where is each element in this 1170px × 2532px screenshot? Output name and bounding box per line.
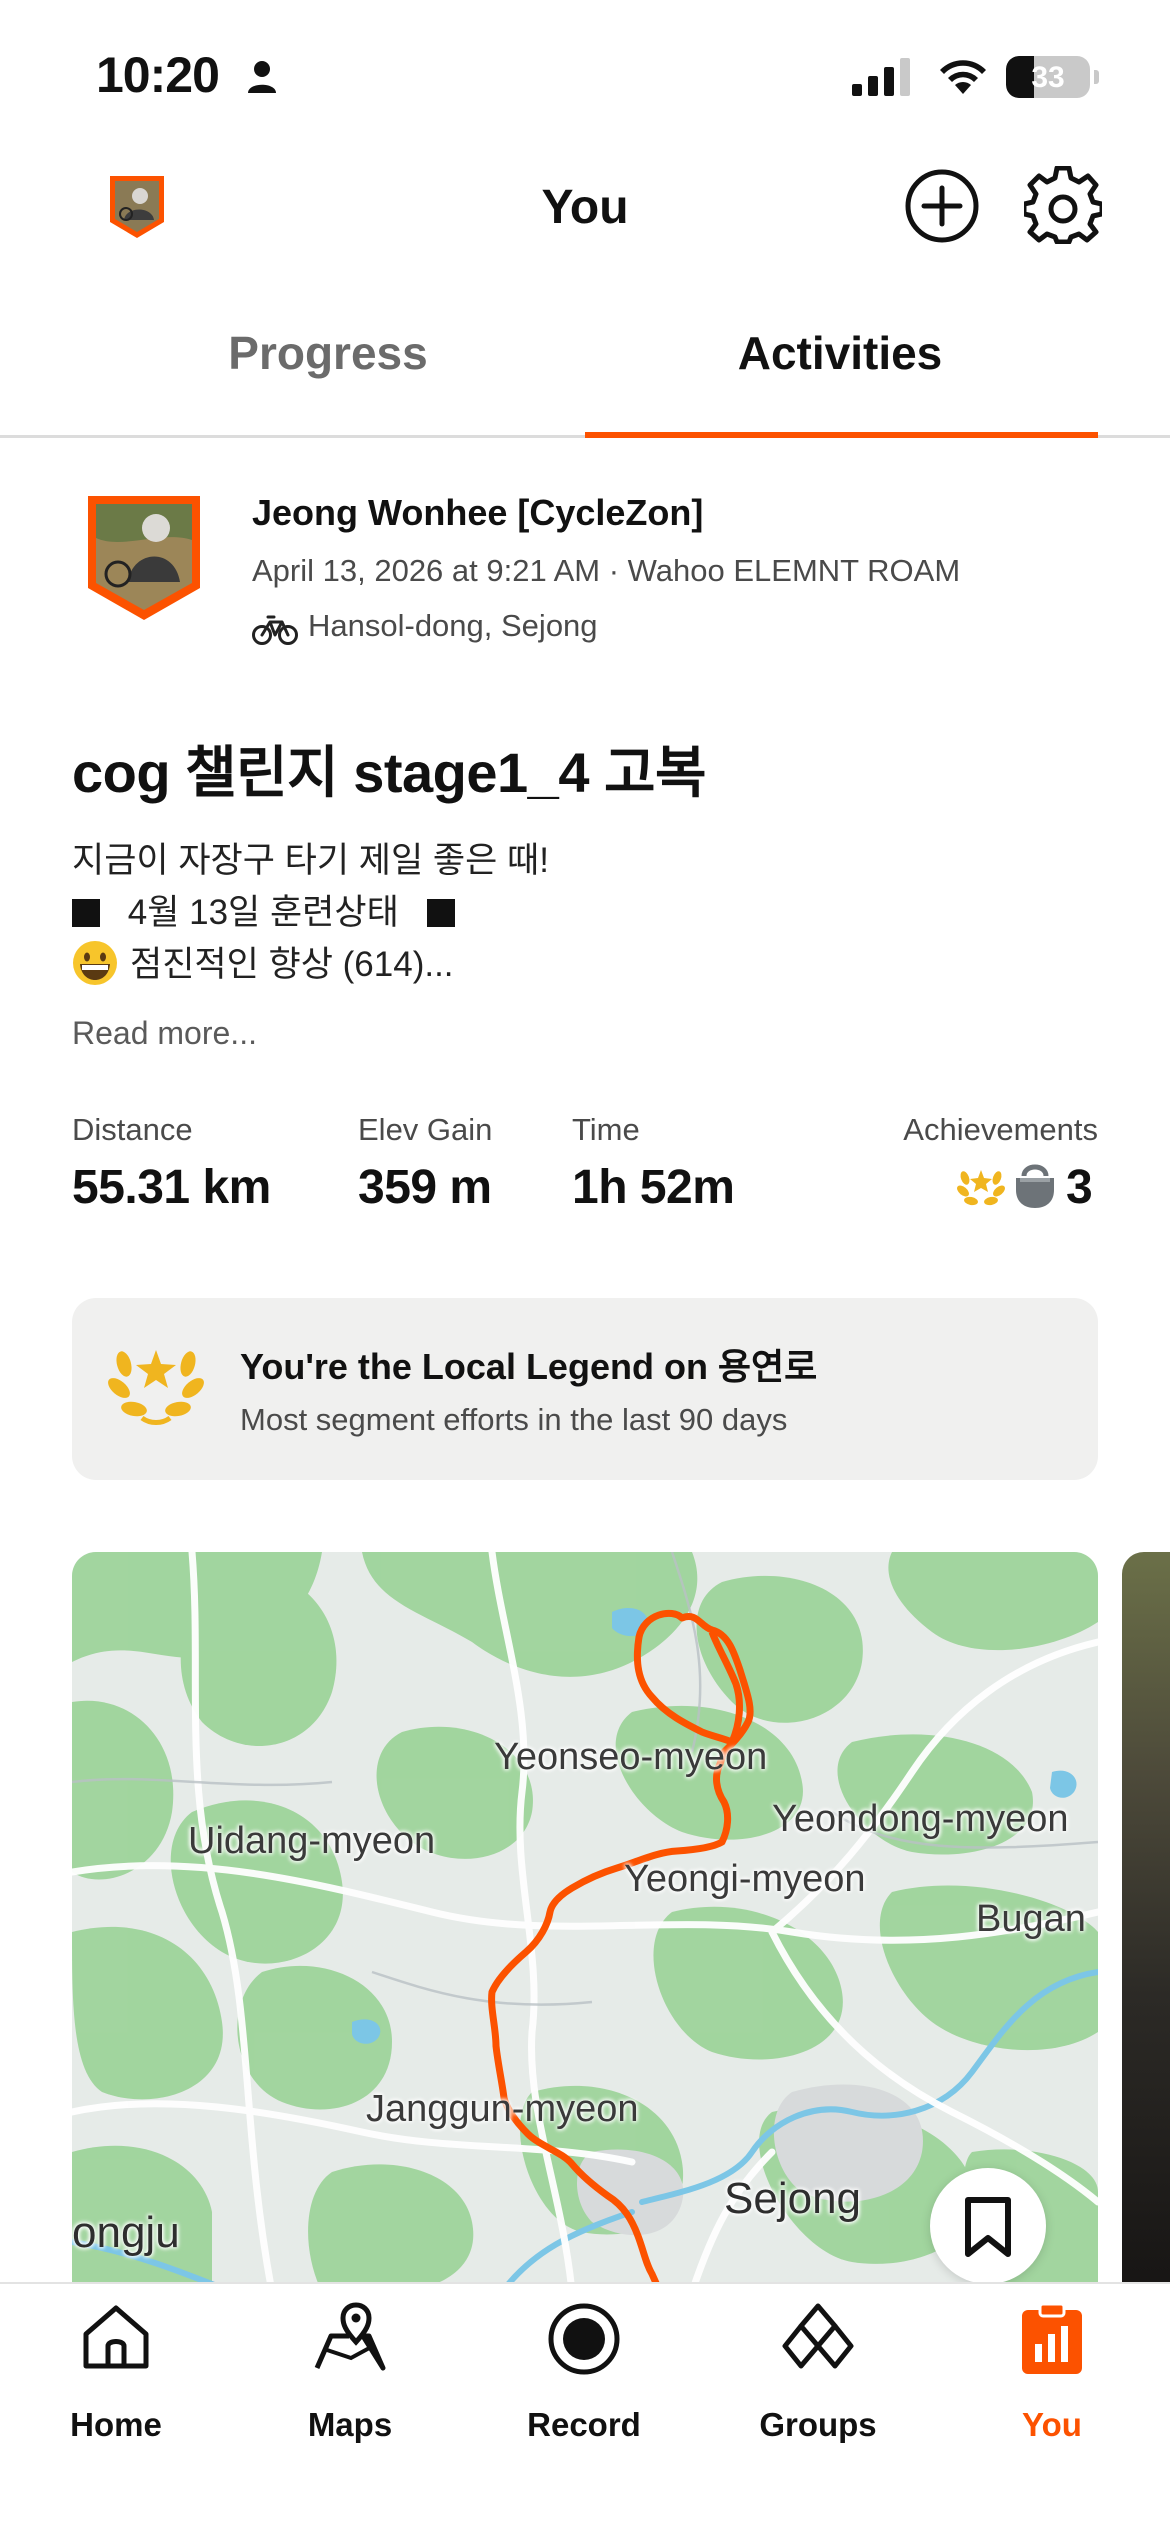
description-line: 지금이 자장구 타기 제일 좋은 때! [72,841,549,880]
person-icon [248,61,276,93]
tab-maps[interactable]: Maps [260,2284,440,2484]
tab-record[interactable]: Record [494,2284,674,2484]
page-title: You [541,181,629,234]
map-label: Sejong [724,2174,862,2223]
bookmark-icon [965,2197,1011,2257]
tab-progress[interactable]: Progress [118,326,538,380]
tab-label: Maps [307,2406,393,2443]
active-tab-indicator [585,432,1098,438]
time-value: 1h 52m [572,1161,735,1214]
home-icon [83,2305,149,2369]
save-route-button[interactable] [930,2168,1046,2284]
activity-photo-thumbnail[interactable] [1122,1552,1170,2292]
status-bar: 10:20 33 [0,0,1170,150]
map-label: Yeongi-myeon [624,1858,866,1900]
legend-subtitle: Most segment efforts in the last 90 days [240,1402,788,1437]
distance-label: Distance [72,1112,193,1147]
bike-icon [252,615,298,645]
record-icon [548,2303,620,2375]
kettlebell-icon [1016,1164,1054,1208]
tab-activities[interactable]: Activities [630,326,1050,380]
tab-you[interactable]: You [962,2284,1142,2484]
tab-label: Record [527,2406,641,2443]
tabs: Progress Activities [0,276,1170,438]
grinning-face-icon [73,941,117,985]
activity-location: Hansol-dong, Sejong [308,608,598,643]
battery-percent: 33 [1031,61,1065,94]
description-text: 4월 13일 훈련상태 [127,893,399,932]
black-square-icon [426,899,455,927]
time-label: Time [572,1112,640,1147]
map-label: Yeonseo-myeon [494,1736,768,1778]
laurel-icon [957,1170,1005,1206]
you-icon [1022,2302,1082,2374]
elev-gain-value: 359 m [358,1161,492,1214]
cellular-signal-icon [852,58,910,96]
maps-icon [314,2302,386,2371]
map-label: Yeondong-myeon [772,1798,1069,1840]
tab-label: Home [70,2406,162,2443]
status-time: 10:20 [96,47,220,103]
read-more-link[interactable]: Read more... [72,1015,257,1052]
activity-title[interactable]: cog 챌린지 stage1_4 고복 [72,728,707,809]
activity-date-device: April 13, 2026 at 9:21 AM · Wahoo ELEMNT… [252,553,961,588]
battery-cap [1094,70,1099,84]
route-map[interactable]: Yeonseo-myeon Uidang-myeon Yeondong-myeo… [72,1552,1098,2292]
map-terrain [72,1552,1098,2292]
bottom-tab-bar: Home Maps Record Groups You [0,2282,1170,2532]
wifi-icon [940,60,986,94]
tab-label: Groups [759,2406,877,2443]
elev-gain-label: Elev Gain [358,1112,493,1147]
map-label: Janggun-myeon [366,2088,639,2130]
groups-icon [782,2303,854,2369]
laurel-icon [108,1350,204,1425]
description-line: 4월 13일 훈련상태 [72,884,455,935]
athlete-name[interactable]: Jeong Wonhee [CycleZon] [252,492,703,534]
local-legend-banner[interactable]: You're the Local Legend on 용연로 Most segm… [72,1298,1098,1480]
tab-label: You [1022,2406,1082,2443]
achievements-label: Achievements [903,1112,1098,1147]
distance-value: 55.31 km [72,1161,271,1214]
battery-indicator: 33 [1006,56,1090,98]
tab-home[interactable]: Home [26,2284,206,2484]
tab-groups[interactable]: Groups [728,2284,908,2484]
map-label: Uidang-myeon [188,1820,436,1862]
athlete-avatar[interactable] [82,490,206,624]
add-icon[interactable] [904,168,980,244]
description-text: 점진적인 향상 (614)... [130,945,454,984]
achievements-count: 3 [1066,1161,1093,1214]
description-line: 점진적인 향상 (614)... [72,936,454,987]
gear-icon[interactable] [1024,166,1102,244]
map-label: ongju [72,2208,180,2257]
legend-title: You're the Local Legend on 용연로 [240,1346,818,1387]
map-label: Bugan [976,1898,1086,1940]
black-square-icon [72,899,100,927]
